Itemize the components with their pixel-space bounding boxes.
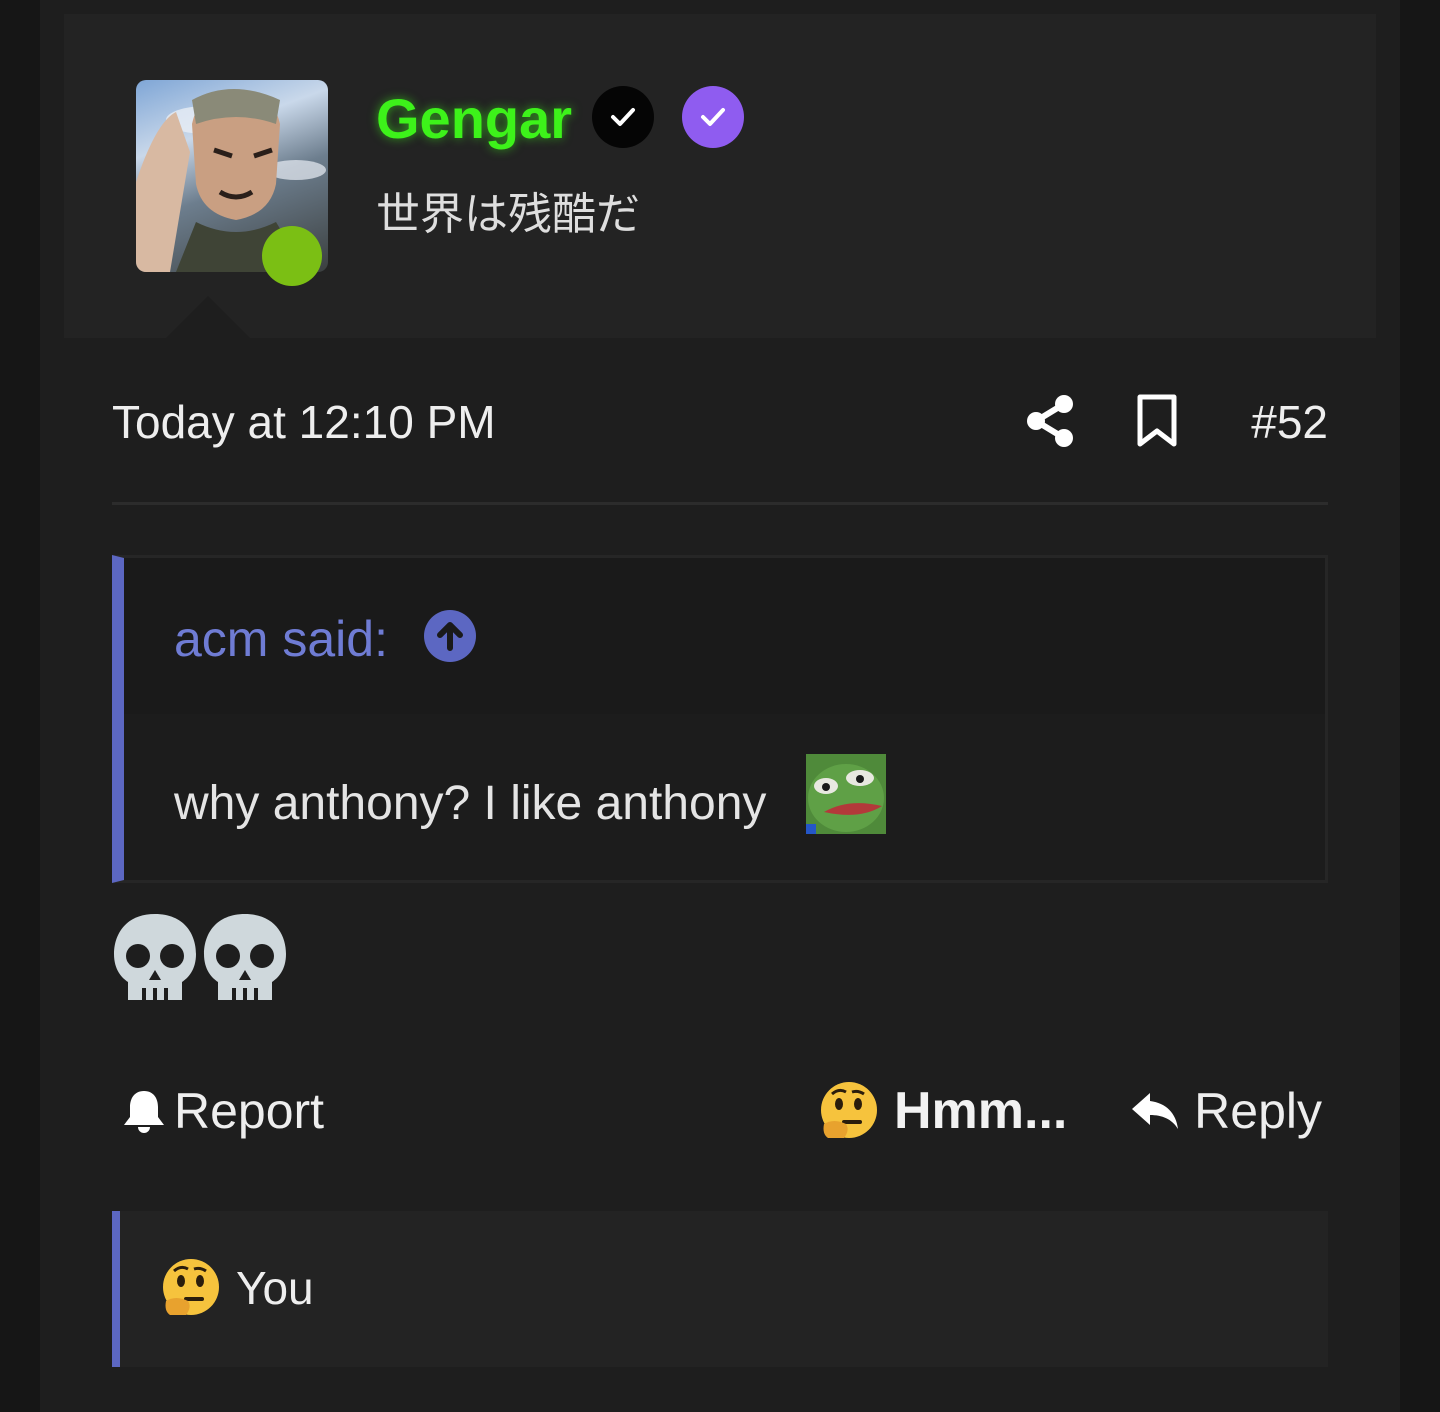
username[interactable]: Gengar [376,86,572,151]
divider [112,502,1328,505]
post-container: Gengar 世界は残酷だ Today at 12:10 PM #52 acm … [40,0,1400,1412]
check-badge-black-icon[interactable] [592,86,654,148]
thinking-face-icon [163,1259,219,1315]
quote-author[interactable]: acm said: [174,610,388,668]
arrow-up-icon[interactable] [424,610,476,662]
react-label: Hmm... [894,1082,1068,1140]
quote-text: why anthony? I like anthony [174,777,767,830]
check-badge-purple-icon[interactable] [682,86,744,148]
reactions-list: You [160,1257,314,1319]
reply-label: Reply [1194,1083,1322,1139]
user-block: Gengar 世界は残酷だ [64,14,1376,338]
post-meta: Today at 12:10 PM #52 [112,392,1328,452]
bell-icon [124,1091,164,1133]
post-actions: Report Hmm... Reply [112,1076,1328,1146]
skull-icon [114,914,196,1002]
reactions-label[interactable]: You [236,1261,314,1315]
quote-block: acm said: why anthony? I like anthony [112,555,1328,883]
bookmark-icon[interactable] [1136,394,1178,453]
report-button[interactable]: Report [122,1076,324,1146]
reply-icon [1132,1093,1179,1129]
message-content [112,912,288,1004]
share-icon[interactable] [1026,394,1074,453]
online-status-dot [262,226,322,286]
post-timestamp[interactable]: Today at 12:10 PM [112,392,496,452]
thinking-face-icon [821,1082,877,1138]
reactions-bar[interactable]: You [112,1211,1328,1367]
post-number-link[interactable]: #52 [1251,392,1328,452]
user-block-pointer [164,296,252,340]
pepe-emote-icon [806,754,886,834]
skull-icon [204,914,286,1002]
quote-header: acm said: [124,558,1325,714]
user-title: 世界は残酷だ [376,189,640,240]
report-label: Report [174,1083,325,1139]
reply-button[interactable]: Reply [1130,1076,1322,1146]
react-button[interactable]: Hmm... [818,1076,1067,1146]
